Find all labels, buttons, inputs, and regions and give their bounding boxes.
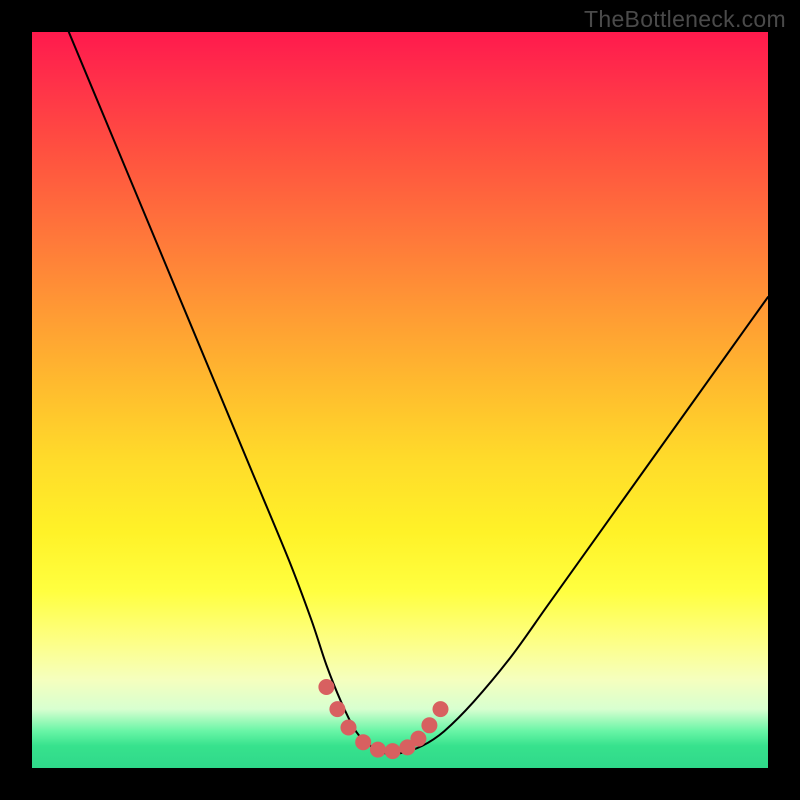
bottleneck-curve [69,32,768,754]
minimum-dot [370,742,386,758]
minimum-dot [329,701,345,717]
curve-layer [32,32,768,768]
plot-area [32,32,768,768]
watermark-text: TheBottleneck.com [584,6,786,33]
minimum-dots [318,679,448,759]
minimum-dot [433,701,449,717]
chart-frame: TheBottleneck.com [0,0,800,800]
minimum-dot [410,731,426,747]
minimum-dot [355,734,371,750]
minimum-dot [318,679,334,695]
minimum-dot [385,743,401,759]
minimum-dot [421,717,437,733]
minimum-dot [341,720,357,736]
